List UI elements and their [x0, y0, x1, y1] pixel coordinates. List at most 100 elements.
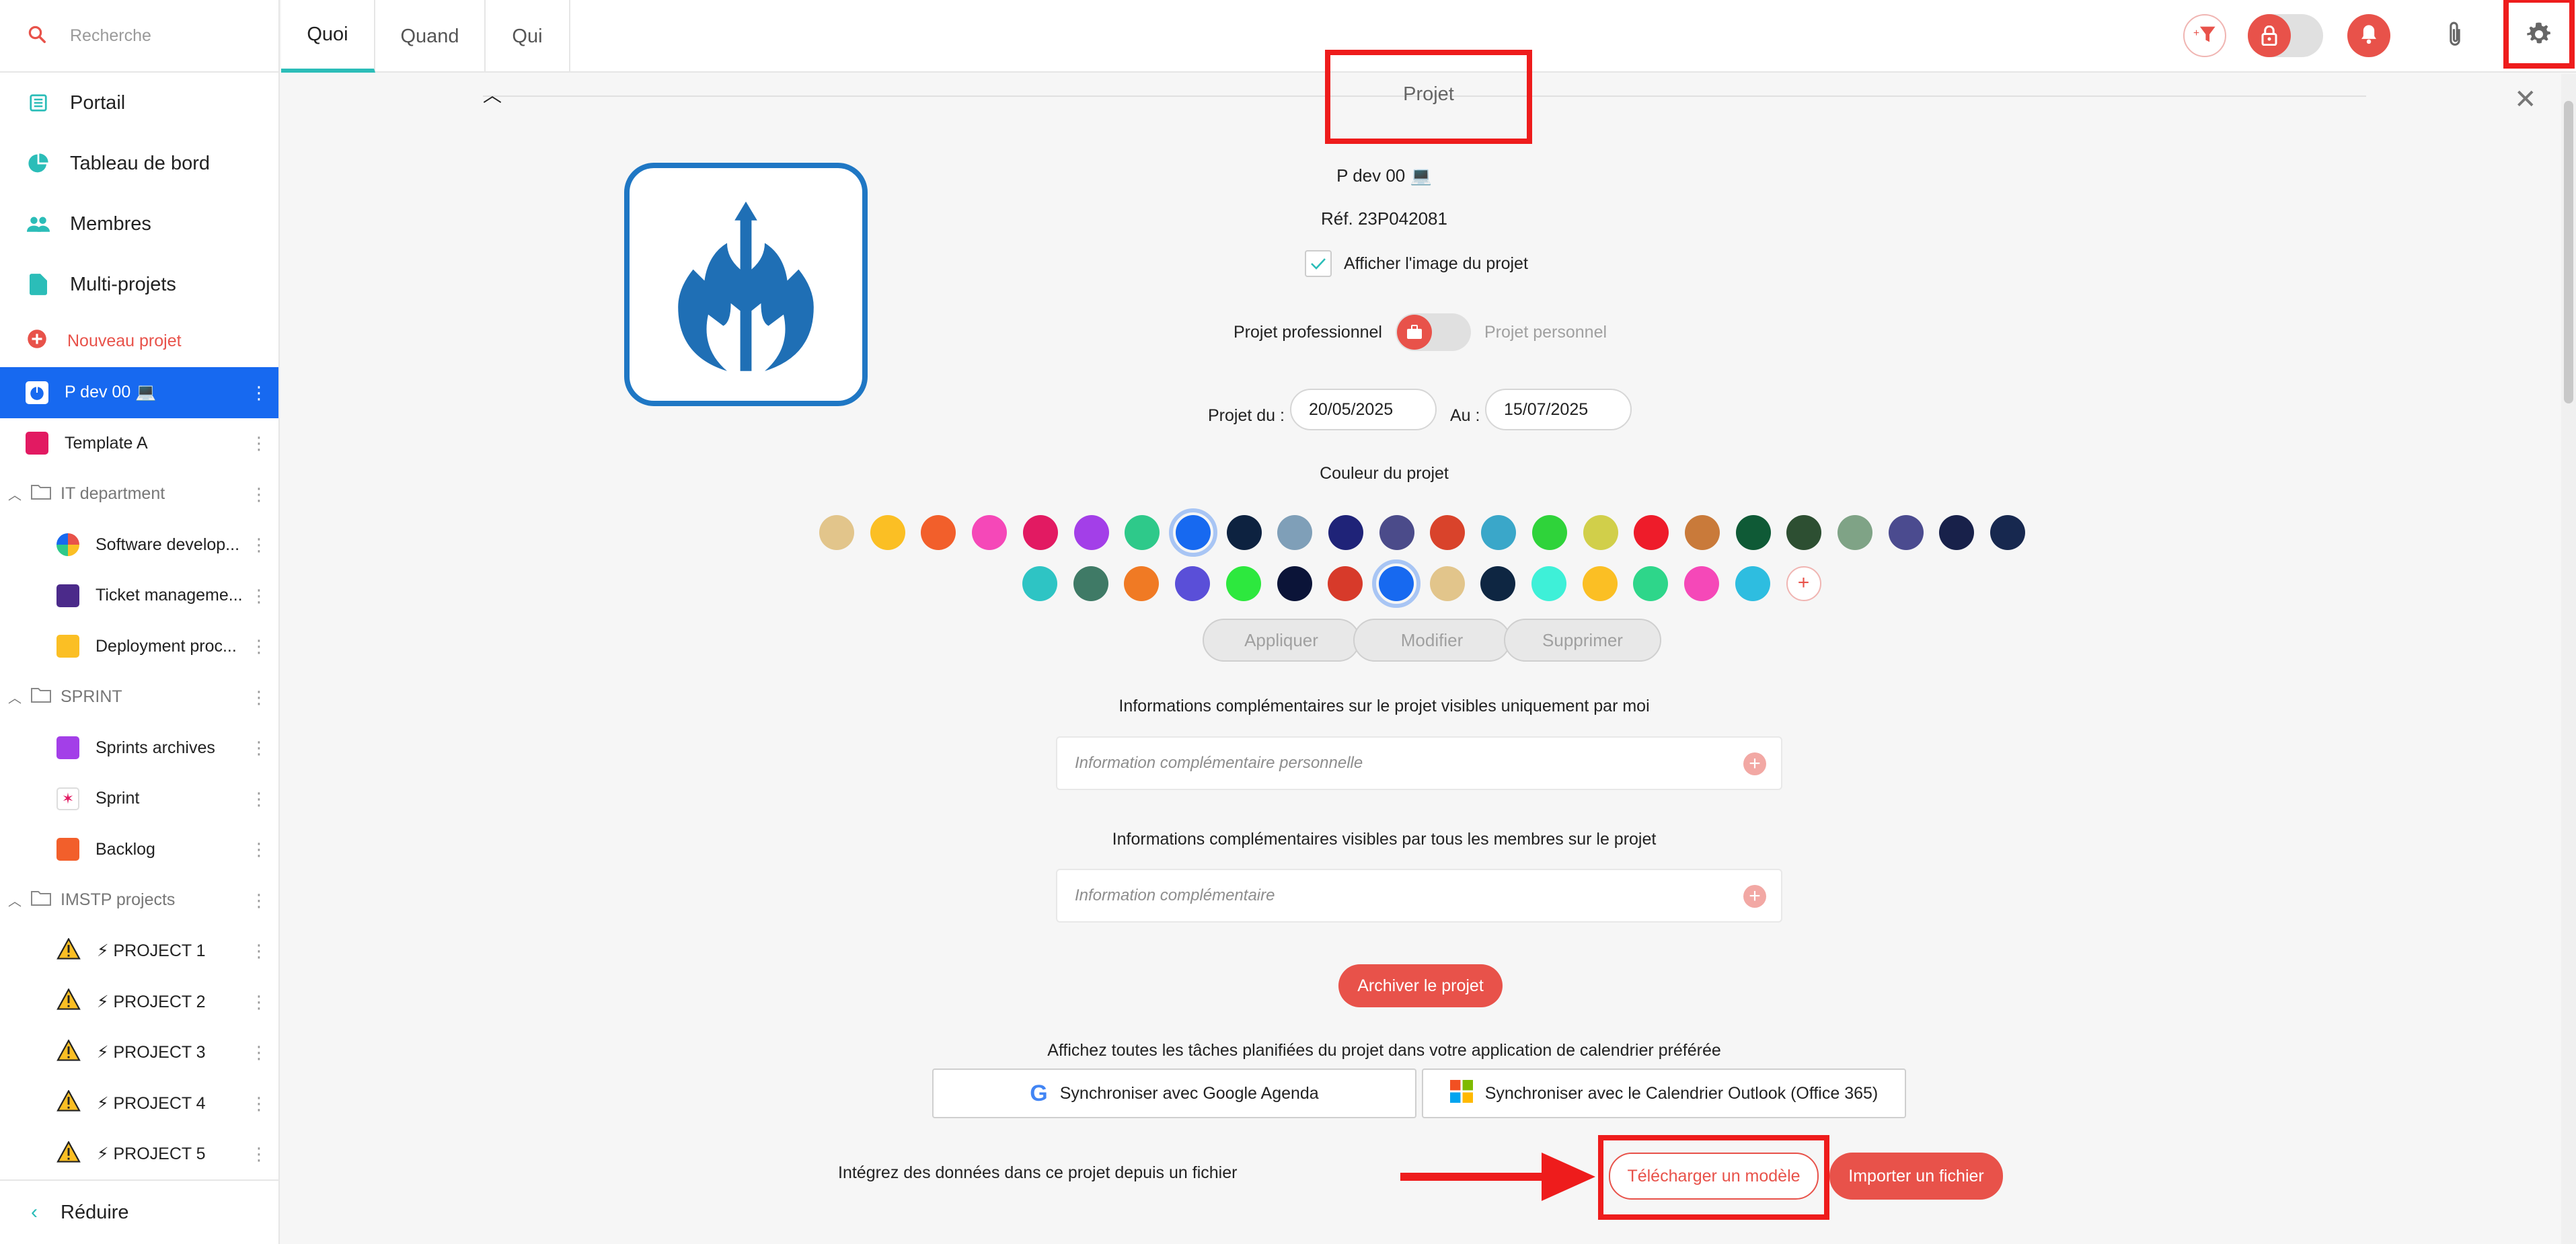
color-swatch[interactable] [1328, 515, 1363, 550]
search-input[interactable] [70, 26, 272, 46]
attachment-button[interactable] [2433, 14, 2476, 57]
color-swatch[interactable] [1634, 515, 1669, 550]
color-swatch[interactable] [1073, 515, 1109, 550]
color-swatch[interactable] [1633, 566, 1669, 601]
more-icon[interactable]: ⋮ [250, 637, 268, 655]
more-icon[interactable]: ⋮ [250, 384, 268, 401]
color-swatch[interactable] [1124, 566, 1160, 601]
color-swatch[interactable] [1939, 515, 1975, 550]
project-item[interactable]: ⚡ PROJECT 5 ⋮ [0, 1129, 278, 1180]
group-imstp[interactable]: ︿ IMSTP projects ⋮ [0, 875, 278, 926]
nav-members[interactable]: Membres [0, 194, 278, 254]
more-icon[interactable]: ⋮ [250, 1044, 268, 1061]
more-icon[interactable]: ⋮ [250, 841, 268, 858]
template-item[interactable]: Template A ⋮ [0, 418, 278, 469]
color-swatch[interactable] [1531, 566, 1566, 601]
project-type-toggle[interactable] [1395, 313, 1471, 351]
public-info-input[interactable]: Information complémentaire + [1056, 869, 1782, 923]
notifications-button[interactable] [2347, 14, 2390, 57]
color-swatch[interactable] [1583, 515, 1618, 550]
project-image[interactable] [624, 163, 868, 406]
project-item[interactable]: ✶ Sprint ⋮ [0, 773, 278, 824]
color-swatch[interactable] [1684, 566, 1720, 601]
more-icon[interactable]: ⋮ [250, 434, 268, 452]
private-info-input[interactable]: Information complémentaire personnelle + [1056, 736, 1782, 790]
color-swatch[interactable] [1735, 515, 1771, 550]
more-icon[interactable]: ⋮ [250, 536, 268, 553]
filter-button[interactable]: + [2183, 14, 2226, 57]
more-icon[interactable]: ⋮ [250, 587, 268, 605]
color-swatch[interactable] [1582, 566, 1618, 601]
project-item[interactable]: Backlog ⋮ [0, 824, 278, 876]
add-circle-icon[interactable]: + [1743, 885, 1766, 908]
project-item[interactable]: ⚡ PROJECT 1 ⋮ [0, 926, 278, 977]
lock-toggle[interactable] [2248, 14, 2323, 57]
color-swatch[interactable] [972, 515, 1008, 550]
color-swatch[interactable] [1371, 559, 1420, 608]
tab-quoi[interactable]: Quoi [281, 0, 375, 73]
color-swatch[interactable] [1430, 515, 1466, 550]
nav-multiprojects[interactable]: Multi-projets [0, 254, 278, 315]
apply-button[interactable]: Appliquer [1203, 619, 1360, 662]
import-file-button[interactable]: Importer un fichier [1829, 1153, 2003, 1200]
close-icon[interactable]: ✕ [2514, 86, 2537, 113]
color-swatch[interactable] [1429, 566, 1465, 601]
more-icon[interactable]: ⋮ [250, 1145, 268, 1163]
collapse-chevron-icon[interactable]: ︿ [483, 81, 502, 108]
nav-portail[interactable]: Portail [0, 73, 278, 133]
color-swatch[interactable] [1888, 515, 1924, 550]
reduce-sidebar-button[interactable]: ‹ Réduire [0, 1179, 278, 1244]
scrollbar-thumb[interactable] [2564, 101, 2573, 403]
project-item[interactable]: ⚡ PROJECT 2 ⋮ [0, 976, 278, 1027]
project-item[interactable]: ⚡ PROJECT 3 ⋮ [0, 1027, 278, 1079]
color-swatch[interactable] [1480, 566, 1516, 601]
color-swatch[interactable] [1379, 515, 1414, 550]
color-swatch[interactable] [1531, 515, 1567, 550]
scrollbar[interactable] [2561, 74, 2576, 1244]
more-icon[interactable]: ⋮ [250, 942, 268, 960]
archive-button[interactable]: Archiver le projet [1338, 964, 1503, 1007]
more-icon[interactable]: ⋮ [250, 1095, 268, 1112]
color-swatch[interactable] [1277, 566, 1312, 601]
color-swatch[interactable] [1022, 566, 1057, 601]
color-swatch[interactable] [1022, 515, 1058, 550]
project-item[interactable]: Deployment proc... ⋮ [0, 621, 278, 672]
download-template-button[interactable]: Télécharger un modèle [1609, 1153, 1819, 1200]
color-swatch[interactable] [1277, 515, 1313, 550]
project-item[interactable]: Software develop... ⋮ [0, 520, 278, 571]
group-sprint[interactable]: ︿ SPRINT ⋮ [0, 672, 278, 723]
color-swatch[interactable] [1125, 515, 1160, 550]
group-it-department[interactable]: ︿ IT department ⋮ [0, 469, 278, 520]
more-icon[interactable]: ⋮ [250, 689, 268, 706]
color-swatch[interactable] [870, 515, 905, 550]
more-icon[interactable]: ⋮ [250, 485, 268, 503]
color-swatch[interactable] [819, 515, 854, 550]
color-swatch[interactable] [1073, 566, 1108, 601]
add-color-icon[interactable]: + [1786, 566, 1821, 601]
outlook-sync-button[interactable]: Synchroniser avec le Calendrier Outlook … [1422, 1068, 1906, 1118]
nav-dashboard[interactable]: Tableau de bord [0, 133, 278, 194]
more-icon[interactable]: ⋮ [250, 993, 268, 1011]
more-icon[interactable]: ⋮ [250, 739, 268, 756]
google-sync-button[interactable]: G Synchroniser avec Google Agenda [932, 1068, 1416, 1118]
color-swatch[interactable] [1838, 515, 1872, 550]
color-swatch[interactable] [1168, 508, 1217, 557]
project-item[interactable]: Ticket manageme... ⋮ [0, 570, 278, 621]
project-item[interactable]: Sprints archives ⋮ [0, 723, 278, 774]
show-image-checkbox[interactable] [1305, 250, 1332, 277]
project-item[interactable]: ⚡ PROJECT 4 ⋮ [0, 1078, 278, 1129]
more-icon[interactable]: ⋮ [250, 790, 268, 808]
start-date-input[interactable]: 20/05/2025 [1290, 389, 1437, 430]
project-item-active[interactable]: P dev 00 💻 ⋮ [0, 367, 278, 418]
new-project-button[interactable]: Nouveau projet [0, 315, 278, 367]
settings-button[interactable] [2517, 14, 2561, 57]
color-swatch[interactable] [1225, 566, 1261, 601]
color-swatch[interactable] [1990, 515, 2026, 550]
color-swatch[interactable] [1226, 515, 1262, 550]
color-swatch[interactable] [921, 515, 956, 550]
add-circle-icon[interactable]: + [1743, 752, 1766, 775]
color-swatch[interactable] [1328, 566, 1363, 601]
color-swatch[interactable] [1684, 515, 1720, 550]
color-swatch[interactable] [1481, 515, 1517, 550]
more-icon[interactable]: ⋮ [250, 892, 268, 909]
